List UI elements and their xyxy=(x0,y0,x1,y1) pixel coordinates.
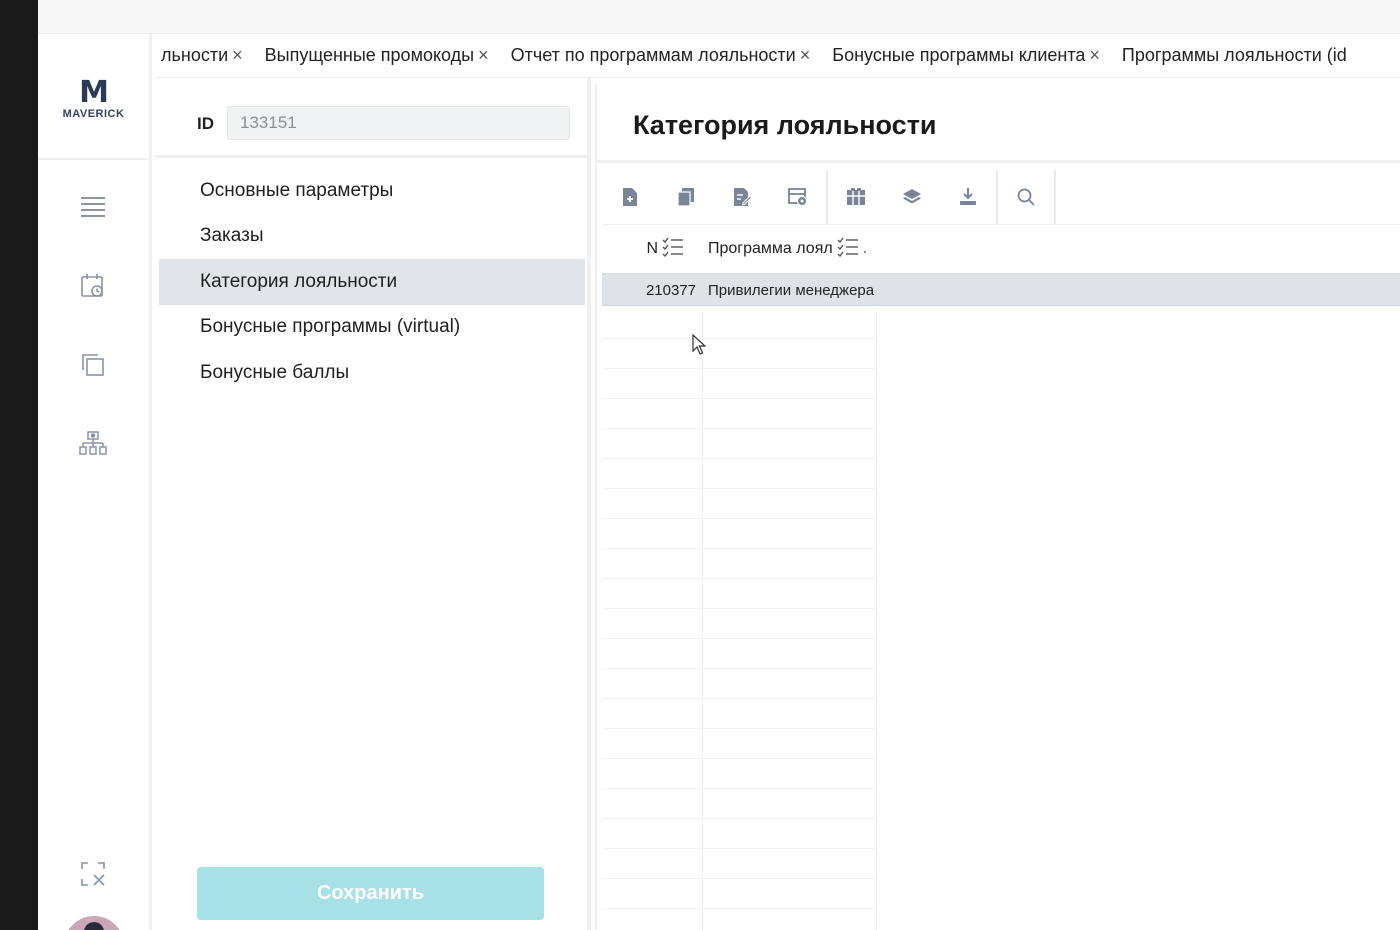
add-document-icon[interactable] xyxy=(602,170,658,224)
tab-label: Выпущенные промокоды xyxy=(264,45,475,65)
left-rail: M MAVERICK xyxy=(38,34,152,930)
rail-separator xyxy=(38,158,149,160)
tab-bar: льности × Выпущенные промокоды × Отчет по … xyxy=(155,34,1400,78)
column-header-program[interactable]: Программа лоял . xyxy=(702,237,882,262)
tab-client-bonus-programs[interactable]: Бонусные программы клиента × xyxy=(832,45,1122,66)
tab-close-icon[interactable]: × xyxy=(1089,45,1100,66)
tab-label: льности xyxy=(161,45,229,65)
tab-loyalty-partial[interactable]: льности × xyxy=(161,45,265,66)
layers-icon[interactable] xyxy=(884,170,940,224)
section-nav: Основные параметры Заказы Категория лоял… xyxy=(159,168,585,396)
table-row[interactable]: 210377 Привилегии менеджера xyxy=(602,275,1400,306)
app-window: M MAVERICK льности × Выпущенные промокоды… xyxy=(38,0,1400,930)
user-avatar[interactable] xyxy=(64,916,124,930)
tab-loyalty-report[interactable]: Отчет по программам лояльности × xyxy=(511,45,833,66)
tab-label: Отчет по программам лояльности xyxy=(510,45,796,65)
id-row: ID xyxy=(155,78,587,158)
nav-item-bonus-points[interactable]: Бонусные баллы xyxy=(159,350,585,396)
mouse-pointer-icon xyxy=(692,334,706,355)
grid-header: N Программа лоял . xyxy=(602,225,1400,275)
empty-grid-rows xyxy=(602,309,877,930)
title-separator xyxy=(597,160,1400,163)
id-label: ID xyxy=(197,114,214,133)
tab-issued-promocodes[interactable]: Выпущенные промокоды × xyxy=(265,45,511,66)
column-label: Программа лоял xyxy=(708,240,833,257)
cell-program: Привилегии менеджера xyxy=(708,281,875,299)
column-overflow-ellipsis: . xyxy=(862,240,868,257)
column-filter-icon[interactable] xyxy=(662,237,684,262)
nav-item-main-params[interactable]: Основные параметры xyxy=(159,168,585,214)
search-icon[interactable] xyxy=(998,170,1054,224)
grid-toolbar xyxy=(602,170,1056,224)
tab-loyalty-programs[interactable]: Программы лояльности (id xyxy=(1122,45,1369,66)
avatar-figure xyxy=(84,922,104,930)
table-settings-icon[interactable] xyxy=(770,170,826,224)
toolbar-divider xyxy=(1054,170,1056,224)
copy-window-icon[interactable] xyxy=(78,350,108,380)
loyalty-category-panel: Категория лояльности N Программа лоял . … xyxy=(595,84,1400,930)
download-icon[interactable] xyxy=(940,170,996,224)
nav-item-bonus-programs[interactable]: Бонусные программы (virtual) xyxy=(159,305,585,351)
record-panel: ID Основные параметры Заказы Категория л… xyxy=(155,78,591,930)
window-top-strip xyxy=(38,0,1400,34)
edit-icon[interactable] xyxy=(714,170,770,224)
nav-item-loyalty-category[interactable]: Категория лояльности xyxy=(159,259,585,305)
tab-label: Бонусные программы клиента xyxy=(832,45,1086,65)
panel-title: Категория лояльности xyxy=(633,110,937,140)
column-label: N xyxy=(646,240,658,257)
save-button[interactable]: Сохранить xyxy=(197,867,544,920)
hamburger-menu-icon[interactable] xyxy=(78,192,108,222)
logo-word: MAVERICK xyxy=(62,108,125,120)
logo-letter: M xyxy=(79,75,109,110)
calendar-clock-icon[interactable] xyxy=(78,271,108,301)
cell-n: 210377 xyxy=(645,281,696,299)
empty-grid-column-line xyxy=(702,309,703,930)
org-structure-icon[interactable] xyxy=(78,429,108,459)
column-filter-icon[interactable] xyxy=(837,237,859,262)
data-grid: N Программа лоял . 210377 Привилегии мен… xyxy=(602,225,1400,306)
columns-icon[interactable] xyxy=(828,170,884,224)
nav-item-orders[interactable]: Заказы xyxy=(159,214,585,260)
copy-icon[interactable] xyxy=(658,170,714,224)
column-header-n[interactable]: N xyxy=(602,237,702,262)
id-field[interactable] xyxy=(227,106,570,140)
close-selection-icon[interactable] xyxy=(78,859,108,889)
tab-close-icon[interactable]: × xyxy=(478,45,489,66)
tab-close-icon[interactable]: × xyxy=(800,45,811,66)
tab-close-icon[interactable]: × xyxy=(232,45,243,66)
maverick-logo[interactable]: M MAVERICK xyxy=(38,75,149,121)
tab-label: Программы лояльности (id xyxy=(1121,45,1347,65)
